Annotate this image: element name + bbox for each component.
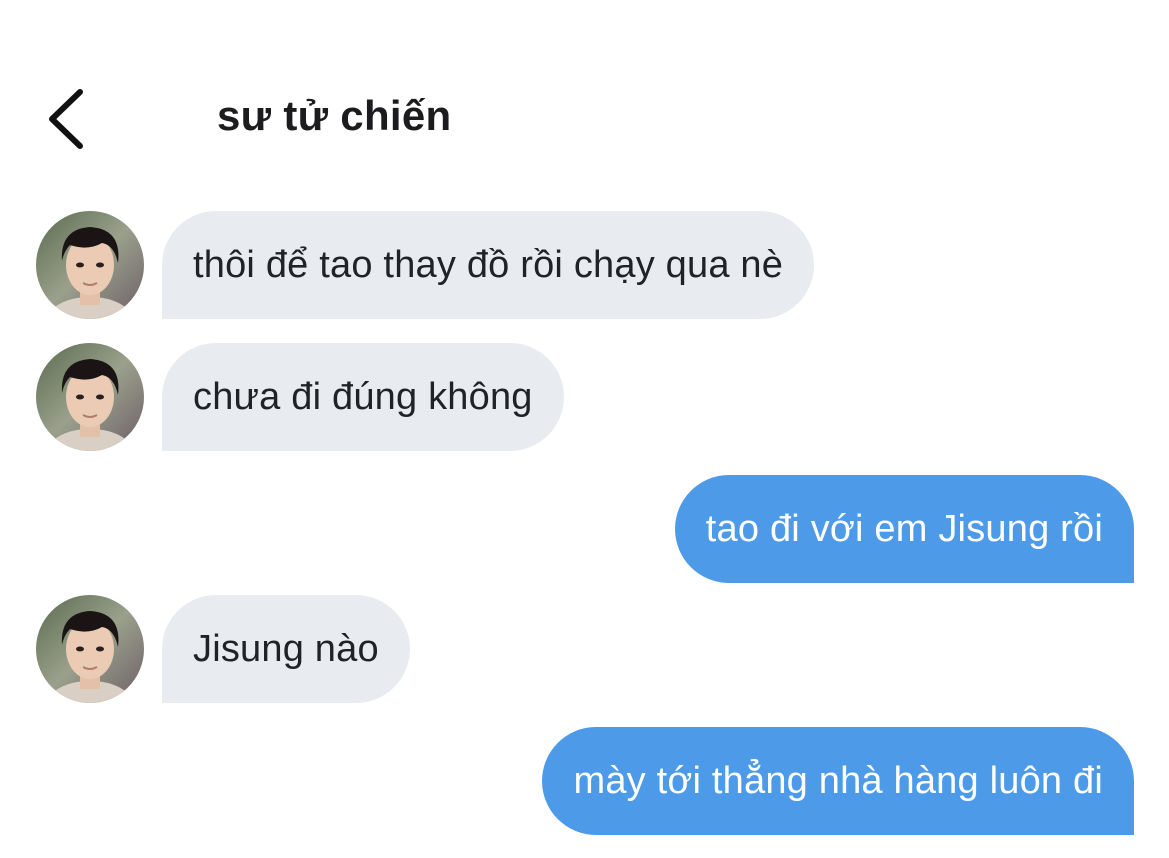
message-text: chưa đi đúng không — [193, 375, 533, 418]
contact-avatar[interactable] — [36, 595, 144, 703]
message-text: tao đi với em Jisung rồi — [705, 507, 1103, 550]
message-bubble-incoming[interactable]: chưa đi đúng không — [162, 343, 564, 451]
message-bubble-incoming[interactable]: thôi để tao thay đồ rồi chạy qua nè — [162, 211, 815, 319]
chevron-left-icon — [49, 89, 83, 149]
chat-title[interactable]: sư tử chiến — [217, 92, 452, 140]
back-button[interactable] — [40, 86, 90, 152]
contact-avatar[interactable] — [36, 211, 144, 319]
message-bubble-outgoing[interactable]: tao đi với em Jisung rồi — [674, 475, 1134, 583]
message-text: mày tới thẳng nhà hàng luôn đi — [573, 759, 1103, 802]
message-bubble-incoming[interactable]: Jisung nào — [162, 595, 410, 703]
message-bubble-outgoing[interactable]: mày tới thẳng nhà hàng luôn đi — [542, 727, 1134, 835]
message-text: Jisung nào — [193, 627, 379, 670]
chat-header: sư tử chiến — [0, 0, 1169, 180]
contact-avatar[interactable] — [36, 343, 144, 451]
message-text: thôi để tao thay đồ rồi chạy qua nè — [193, 243, 784, 286]
